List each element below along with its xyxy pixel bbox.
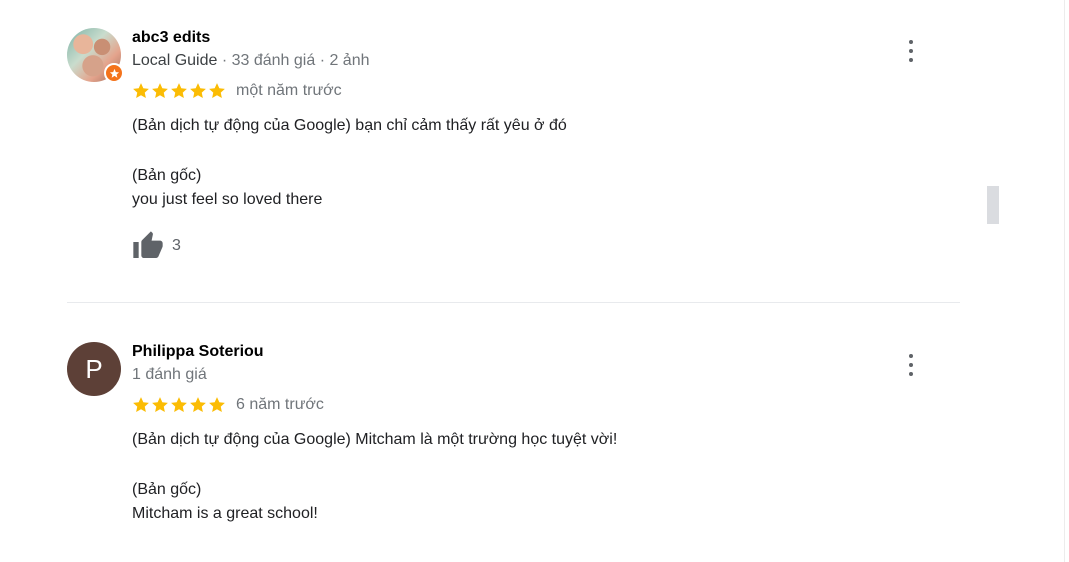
dot bbox=[909, 372, 913, 376]
review-translated-text: (Bản dịch tự động của Google) Mitcham là… bbox=[132, 431, 618, 448]
review-time: một năm trước bbox=[236, 82, 342, 99]
star-rating bbox=[132, 82, 226, 100]
like-count: 3 bbox=[172, 237, 181, 254]
star-icon bbox=[209, 397, 225, 413]
star-icon bbox=[133, 397, 149, 413]
star-icon bbox=[171, 397, 187, 413]
star-icon bbox=[190, 397, 206, 413]
rating-row: 6 năm trước bbox=[132, 394, 960, 416]
star-icon bbox=[209, 83, 225, 99]
dot bbox=[909, 49, 913, 53]
reviewer-meta: Local Guide · 33 đánh giá · 2 ảnh bbox=[132, 50, 960, 72]
review-time: 6 năm trước bbox=[236, 396, 324, 413]
review-divider bbox=[67, 302, 960, 303]
rating-row: một năm trước bbox=[132, 80, 960, 102]
avatar-letter: P bbox=[67, 342, 121, 396]
star-icon bbox=[152, 83, 168, 99]
local-guide-label: Local Guide bbox=[132, 52, 218, 69]
scrollbar-track[interactable] bbox=[1064, 0, 1065, 562]
star-icon bbox=[133, 83, 149, 99]
review-original-text: Mitcham is a great school! bbox=[132, 505, 318, 522]
original-label: (Bản gốc) bbox=[132, 481, 202, 498]
star-icon bbox=[190, 83, 206, 99]
reviewer-name[interactable]: Philippa Soteriou bbox=[132, 342, 960, 362]
review-count: · 33 đánh giá · 2 ảnh bbox=[217, 52, 370, 69]
review-count: 1 đánh giá bbox=[132, 366, 207, 383]
review-translated-text: (Bản dịch tự động của Google) bạn chỉ cả… bbox=[132, 117, 567, 134]
reviewer-avatar[interactable]: P bbox=[67, 342, 121, 396]
reviewer-meta: 1 đánh giá bbox=[132, 364, 960, 386]
reviewer-name[interactable]: abc3 edits bbox=[132, 28, 960, 48]
more-options-button[interactable] bbox=[900, 38, 922, 64]
dot bbox=[909, 363, 913, 367]
more-options-button[interactable] bbox=[900, 352, 922, 378]
dot bbox=[909, 354, 913, 358]
star-icon bbox=[152, 397, 168, 413]
like-button[interactable]: 3 bbox=[132, 230, 960, 262]
scrollbar-thumb[interactable] bbox=[987, 186, 999, 224]
reviewer-avatar[interactable] bbox=[67, 28, 124, 83]
original-label: (Bản gốc) bbox=[132, 167, 202, 184]
dot bbox=[909, 58, 913, 62]
dot bbox=[909, 40, 913, 44]
star-rating bbox=[132, 396, 226, 414]
thumbs-up-icon bbox=[133, 231, 163, 258]
review-original-text: you just feel so loved there bbox=[132, 191, 323, 208]
star-icon bbox=[171, 83, 187, 99]
local-guide-star-icon bbox=[104, 63, 124, 83]
